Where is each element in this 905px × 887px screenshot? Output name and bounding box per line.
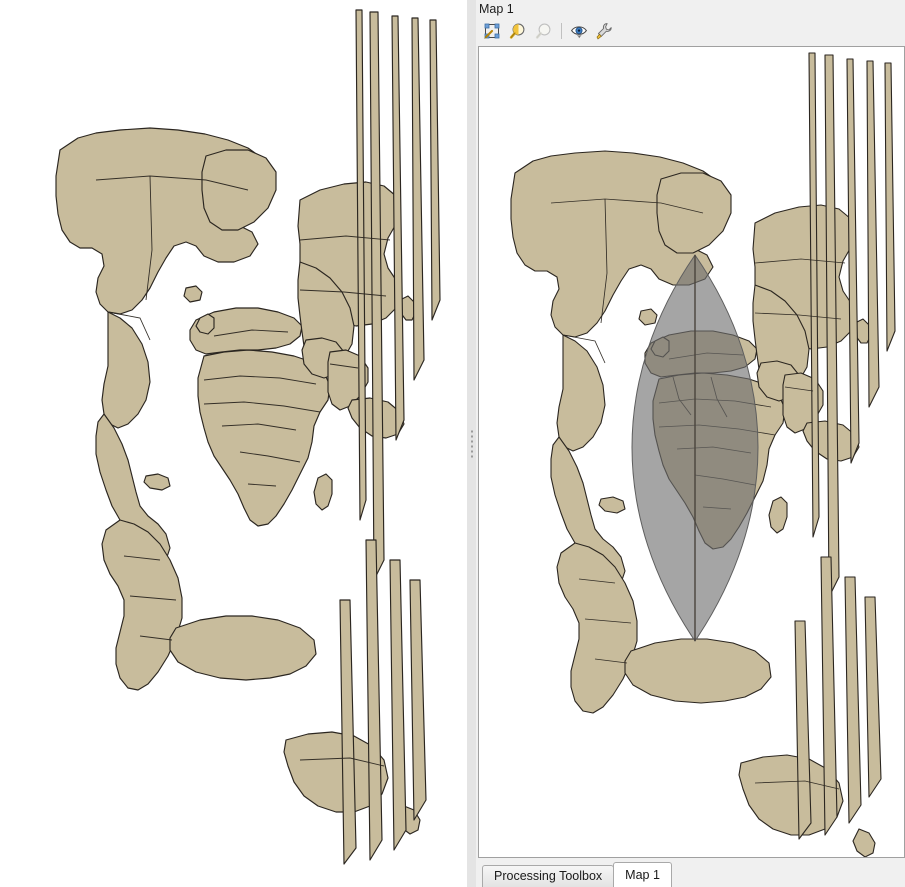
world-map-dock-canvas[interactable]	[479, 47, 904, 857]
dock-tab-processing-toolbox[interactable]: Processing Toolbox	[482, 865, 615, 887]
zoom-out-icon[interactable]	[531, 19, 557, 43]
map-dock-panel: Map 1 Processing Toolbox Map 1	[476, 0, 905, 887]
application-window: Map 1 Processing Toolbox Map 1	[0, 0, 905, 887]
toolbar-separator	[561, 23, 562, 39]
dock-tab-map-1[interactable]: Map 1	[613, 862, 672, 887]
map-dock-title: Map 1	[479, 2, 514, 16]
zoom-full-extent-icon[interactable]	[479, 19, 505, 43]
world-map-canvas[interactable]	[0, 0, 466, 887]
dock-tab-bar: Processing Toolbox Map 1	[476, 860, 905, 887]
map-dock-toolbar	[476, 18, 905, 44]
dock-tab-strip: Processing Toolbox Map 1	[482, 862, 672, 887]
main-map-canvas-panel[interactable]	[0, 0, 466, 887]
map-settings-icon[interactable]	[592, 19, 618, 43]
splitter-grip	[471, 430, 473, 457]
zoom-in-icon[interactable]	[505, 19, 531, 43]
map-dock-canvas-frame[interactable]	[478, 46, 905, 858]
toggle-preview-icon[interactable]	[566, 19, 592, 43]
